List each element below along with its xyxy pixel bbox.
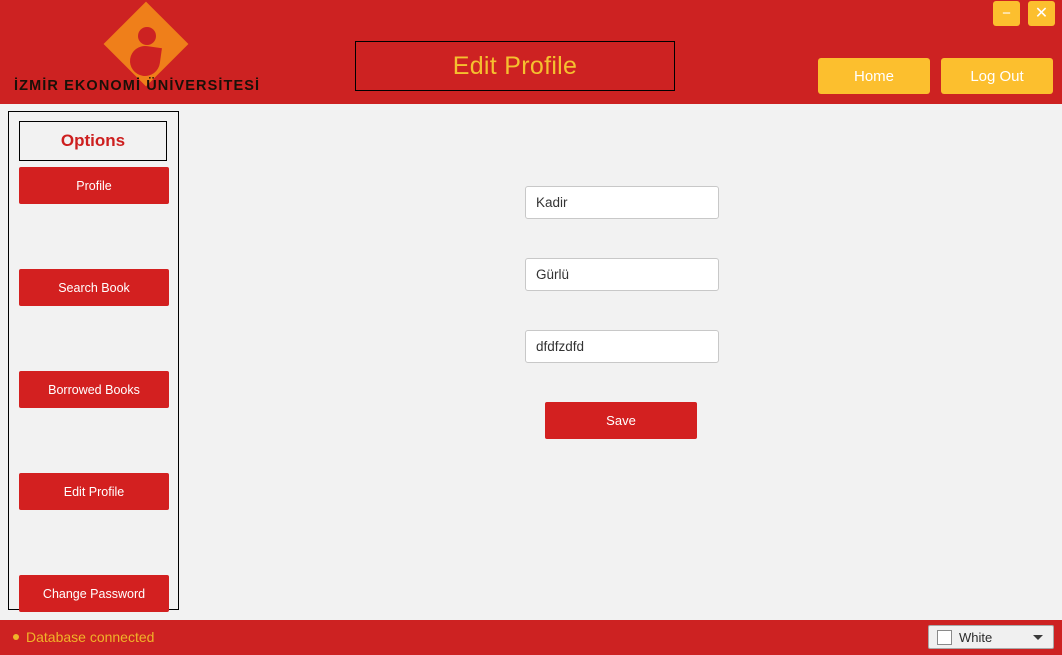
database-status: Database connected xyxy=(13,629,154,645)
theme-select-dropdown[interactable]: White xyxy=(928,625,1054,649)
sidebar-item-profile[interactable]: Profile xyxy=(19,167,169,204)
university-logo: İZMİR EKONOMİ ÜNİVERSİTESİ xyxy=(8,1,276,100)
sidebar-item-change-password[interactable]: Change Password xyxy=(19,575,169,612)
first-name-field[interactable] xyxy=(525,186,719,219)
theme-select-value: White xyxy=(959,629,993,645)
chevron-down-icon xyxy=(1033,634,1043,640)
main-content: Save xyxy=(179,104,1062,620)
status-bar: Database connected xyxy=(0,620,1062,655)
save-button[interactable]: Save xyxy=(545,402,697,439)
status-indicator-icon xyxy=(13,634,19,640)
last-name-field[interactable] xyxy=(525,258,719,291)
minimize-icon[interactable]: − xyxy=(993,1,1020,26)
theme-color-swatch xyxy=(937,629,952,645)
home-button[interactable]: Home xyxy=(818,58,930,94)
sidebar-title: Options xyxy=(60,131,126,150)
app-header: İZMİR EKONOMİ ÜNİVERSİTESİ Edit Profile … xyxy=(0,0,1062,104)
logo-figure-head xyxy=(138,27,156,45)
application-window: İZMİR EKONOMİ ÜNİVERSİTESİ Edit Profile … xyxy=(0,0,1062,655)
logout-button[interactable]: Log Out xyxy=(941,58,1053,94)
izmir-ekonomi-logo-icon xyxy=(103,1,189,87)
page-title: Edit Profile xyxy=(452,51,578,80)
page-title-box: Edit Profile xyxy=(355,41,675,91)
sidebar-title-box: Options xyxy=(19,121,167,161)
sidebar-item-edit-profile[interactable]: Edit Profile xyxy=(19,473,169,510)
university-name-text: İZMİR EKONOMİ ÜNİVERSİTESİ xyxy=(14,78,261,94)
close-icon[interactable]: ✕ xyxy=(1028,1,1055,26)
database-status-text: Database connected xyxy=(26,629,155,645)
address-field[interactable] xyxy=(525,330,719,363)
sidebar-panel: Options Profile Search Book Borrowed Boo… xyxy=(8,111,179,612)
sidebar-item-search-book[interactable]: Search Book xyxy=(19,269,169,306)
sidebar-item-borrowed-books[interactable]: Borrowed Books xyxy=(19,371,169,408)
